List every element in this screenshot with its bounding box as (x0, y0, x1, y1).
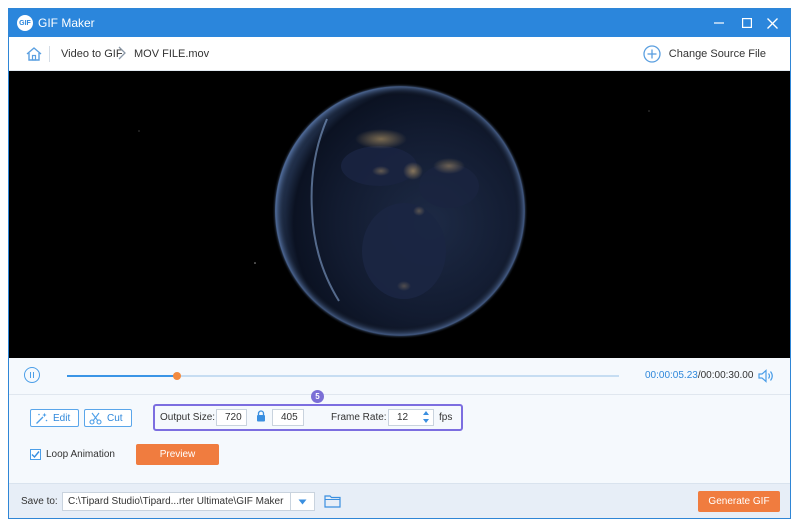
folder-icon[interactable] (324, 494, 341, 508)
step-badge: 5 (311, 390, 324, 403)
cut-label: Cut (107, 412, 123, 424)
loop-animation-checkbox[interactable]: Loop Animation (30, 449, 115, 460)
output-settings-panel: Output Size: 720 405 Frame Rate: 12 fps (153, 404, 463, 431)
app-logo-icon: GIF (17, 15, 33, 31)
scissors-icon (89, 412, 102, 425)
gif-maker-window: GIF GIF Maker Video to GIF MOV FILE.mov (8, 8, 791, 519)
output-height-input[interactable]: 405 (272, 409, 304, 426)
close-icon (766, 17, 778, 29)
output-width-input[interactable]: 720 (216, 409, 247, 426)
magic-wand-icon (36, 412, 48, 424)
frame-rate-label: Frame Rate: (331, 412, 387, 423)
current-time: 00:00:05.23 (645, 370, 698, 381)
minimize-icon (714, 22, 724, 24)
caret-down-icon (298, 499, 307, 504)
change-source-file-button[interactable]: Change Source File (643, 44, 766, 64)
generate-gif-button[interactable]: Generate GIF (698, 491, 780, 512)
time-readout: 00:00:05.23/00:00:30.00 (645, 370, 753, 381)
window-title: GIF Maker (38, 16, 95, 30)
breadcrumb-bar: Video to GIF MOV FILE.mov Change Source … (9, 37, 790, 71)
loop-animation-label: Loop Animation (46, 449, 115, 460)
add-circle-icon (643, 45, 661, 63)
lock-icon[interactable] (256, 410, 266, 422)
fps-unit-label: fps (439, 412, 453, 423)
minimize-button[interactable] (710, 14, 728, 32)
loop-checkbox-box[interactable] (30, 449, 41, 460)
nav-divider (49, 46, 50, 62)
checkmark-icon (31, 451, 40, 459)
controls-divider (9, 394, 790, 395)
save-path-dropdown-button[interactable] (291, 492, 315, 511)
preview-button[interactable]: Preview (136, 444, 219, 465)
close-button[interactable] (763, 14, 781, 32)
maximize-icon (742, 18, 752, 28)
save-to-label: Save to: (21, 496, 58, 507)
maximize-button[interactable] (738, 14, 756, 32)
volume-icon[interactable] (758, 369, 774, 383)
seek-progress-fill (67, 375, 178, 377)
playback-controls: 00:00:05.23/00:00:30.00 (9, 358, 790, 394)
frame-rate-stepper-icon[interactable] (422, 408, 430, 426)
output-size-label: Output Size: (160, 412, 216, 423)
breadcrumb-file-name: MOV FILE.mov (134, 48, 210, 60)
edit-button[interactable]: Edit (30, 409, 79, 427)
seek-handle[interactable] (173, 372, 182, 380)
edit-label: Edit (53, 412, 71, 424)
save-path-field[interactable]: C:\Tipard Studio\Tipard...rter Ultimate\… (62, 492, 291, 511)
breadcrumb-video-to-gif[interactable]: Video to GIF (61, 48, 123, 60)
title-bar: GIF GIF Maker (9, 9, 790, 37)
video-preview[interactable] (9, 71, 790, 358)
chevron-right-icon (118, 46, 126, 60)
pause-button[interactable] (24, 367, 40, 383)
home-icon[interactable] (25, 45, 43, 63)
total-time: /00:00:30.00 (697, 370, 754, 381)
change-source-label: Change Source File (668, 48, 766, 60)
cut-button[interactable]: Cut (84, 409, 132, 427)
earth-image (9, 71, 790, 358)
seek-slider[interactable] (67, 372, 619, 380)
save-bar: Save to: C:\Tipard Studio\Tipard...rter … (9, 483, 790, 518)
